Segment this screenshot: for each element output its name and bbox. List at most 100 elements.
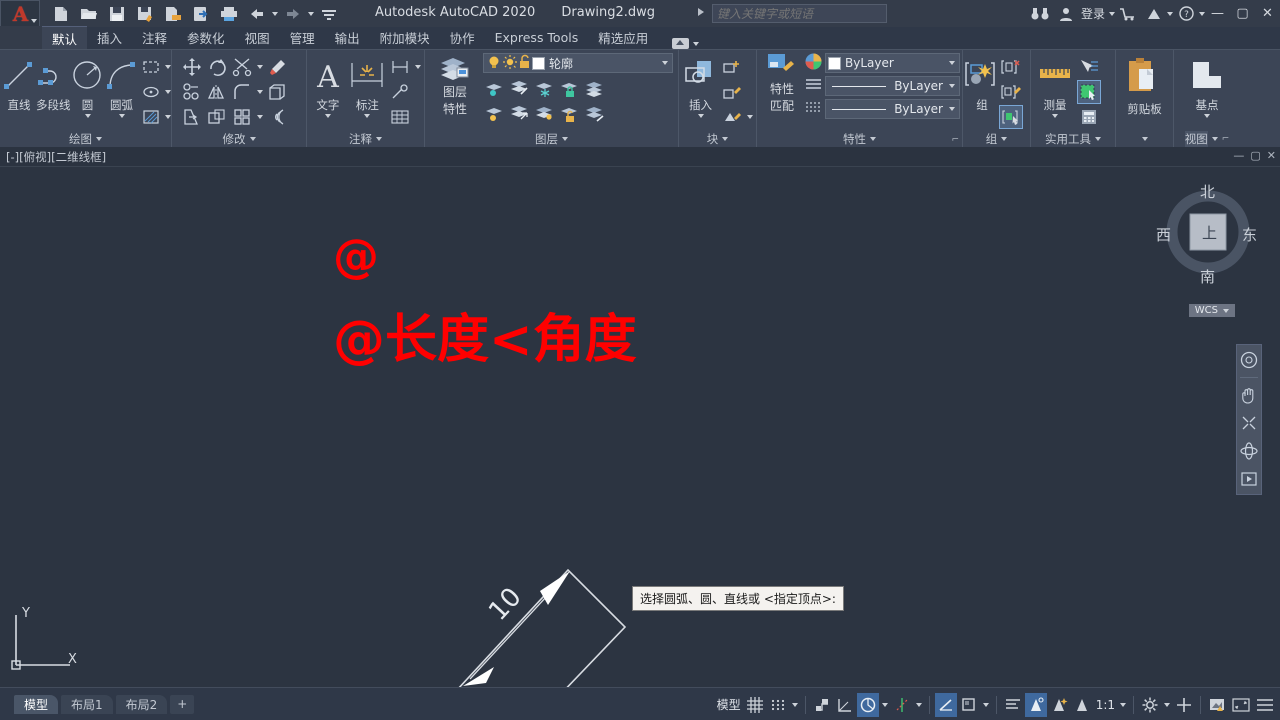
draw-arc-button[interactable]: 圆弧 [105,54,139,118]
grid-display-toggle[interactable] [744,693,766,717]
maximize-button[interactable]: ▢ [1230,0,1255,27]
view-cube[interactable]: 上 北 南 东 西 [1156,181,1258,287]
chevron-down-icon[interactable] [96,136,102,141]
match-properties-icon[interactable] [766,52,798,80]
layer-off-icon[interactable] [483,101,507,125]
linear-dim-icon[interactable] [388,55,412,79]
tab-home[interactable]: 默认 [42,26,88,49]
calculator-icon[interactable] [1077,105,1101,129]
redo-icon[interactable] [280,2,306,26]
zoom-extents-icon[interactable] [1238,412,1260,434]
leader-icon[interactable] [388,80,412,104]
snap-dropdown-icon[interactable] [791,702,798,707]
layer-thaw-icon[interactable] [533,101,557,125]
lineweight-toggle[interactable] [934,692,957,717]
offset-icon[interactable] [265,105,289,129]
trim-dropdown-icon[interactable] [256,65,263,69]
viewcube-west-label[interactable]: 西 [1156,224,1171,245]
panel-title-groups[interactable]: 组 [965,130,1028,147]
close-button[interactable]: ✕ [1255,0,1280,27]
mirror-icon[interactable] [205,80,229,104]
array-dropdown-icon[interactable] [256,115,263,119]
save-as-icon[interactable] [132,2,158,26]
autodesk-logo-icon[interactable] [1141,0,1167,27]
doc-close-button[interactable]: ✕ [1267,149,1276,162]
draw-polyline-button[interactable]: 多段线 [36,54,71,113]
extrude-icon[interactable] [265,80,289,104]
lineweight-chevron-icon[interactable] [949,107,955,111]
measure-button[interactable]: 测量 [1033,54,1077,118]
cart-icon[interactable] [1115,0,1141,27]
chevron-down-icon[interactable] [1095,136,1101,141]
chevron-down-icon[interactable] [722,136,729,141]
new-file-icon[interactable] [48,2,74,26]
group-button[interactable]: 组 [965,54,999,113]
annotation-dimension-button[interactable]: 标注 [347,54,388,118]
otrack-dropdown-icon[interactable] [915,702,922,707]
layout-tab-add[interactable]: + [170,694,195,714]
base-point-button[interactable]: 基点 [1178,54,1236,118]
annotation-text-button[interactable]: A 文字 [309,54,347,118]
chevron-down-icon[interactable] [870,136,876,141]
ortho-mode-toggle[interactable] [811,693,833,717]
layer-match-icon[interactable] [508,101,532,125]
snap-mode-toggle[interactable] [767,693,789,717]
wcs-chevron-icon[interactable] [1223,308,1229,313]
viewcube-top-label[interactable]: 上 [1202,222,1217,243]
layer-previous-icon[interactable] [583,101,607,125]
redo-dropdown-icon[interactable] [308,11,314,16]
clean-screen-icon[interactable] [1229,693,1253,717]
layer-on-icon[interactable] [583,76,607,100]
trim-icon[interactable] [230,55,254,79]
chevron-down-icon[interactable] [562,136,568,141]
customization-plus-icon[interactable] [1173,693,1195,717]
cloud-save-icon[interactable] [188,2,214,26]
ribbon-minimize-icon[interactable] [672,38,690,49]
tab-manage[interactable]: 管理 [280,26,325,49]
circle-dropdown-icon[interactable] [84,114,91,118]
drawing-canvas[interactable]: @ @长度<角度 10 // place the dimension numbe… [0,167,1280,687]
tab-collaborate[interactable]: 协作 [440,26,485,49]
customization-menu-icon[interactable] [1254,693,1276,717]
copy-icon[interactable] [180,80,204,104]
scale-icon[interactable] [205,105,229,129]
doc-restore-button[interactable]: ▢ [1250,149,1260,162]
tab-view[interactable]: 视图 [235,26,280,49]
viewcube-south-label[interactable]: 南 [1200,266,1215,287]
qat-more-icon[interactable] [316,2,342,26]
workspace-dropdown-icon[interactable] [1164,702,1170,707]
panel-title-clipboard[interactable] [1118,130,1171,147]
panel-title-annotation[interactable]: 注释 [309,130,422,147]
ungroup-icon[interactable] [999,55,1023,79]
viewcube-north-label[interactable]: 北 [1200,181,1215,202]
group-selection-icon[interactable] [999,105,1023,129]
panel-title-draw[interactable]: 绘图 [2,130,169,147]
quick-select-icon[interactable] [1077,55,1101,79]
layer-lock-icon[interactable] [558,76,582,100]
tab-addins[interactable]: 附加模块 [370,26,440,49]
properties-dialog-launcher[interactable]: ⌐ [951,135,959,145]
binoculars-icon[interactable] [1027,0,1053,27]
scale-dropdown-icon[interactable] [1120,702,1126,707]
application-menu-button[interactable]: A [0,0,40,27]
linear-dim-dropdown-icon[interactable] [414,65,421,69]
group-edit-icon[interactable] [999,80,1023,104]
insert-block-button[interactable]: 插入 [681,54,720,118]
tab-featured-apps[interactable]: 精选应用 [588,26,658,49]
layer-properties-icon[interactable] [437,53,473,83]
annotation-scale-list-icon[interactable] [1002,693,1024,717]
tab-parametric[interactable]: 参数化 [177,26,235,49]
insert-dropdown-icon[interactable] [697,114,704,118]
transparency-dropdown-icon[interactable] [982,702,989,707]
rectangle-icon[interactable] [139,55,163,79]
wcs-selector[interactable]: WCS [1188,304,1235,317]
text-dropdown-icon[interactable] [324,114,331,118]
hardware-acceleration-icon[interactable] [1206,693,1228,717]
table-icon[interactable] [388,105,412,129]
create-block-icon[interactable] [720,55,744,79]
annotation-scale-value[interactable]: 1:1 [1094,698,1117,712]
ribbon-minimize-dropdown-icon[interactable] [693,41,700,46]
layer-thaw-sun-icon[interactable] [502,54,518,73]
object-snap-tracking-toggle[interactable] [891,693,913,717]
color-combo[interactable]: ByLayer [825,53,960,73]
